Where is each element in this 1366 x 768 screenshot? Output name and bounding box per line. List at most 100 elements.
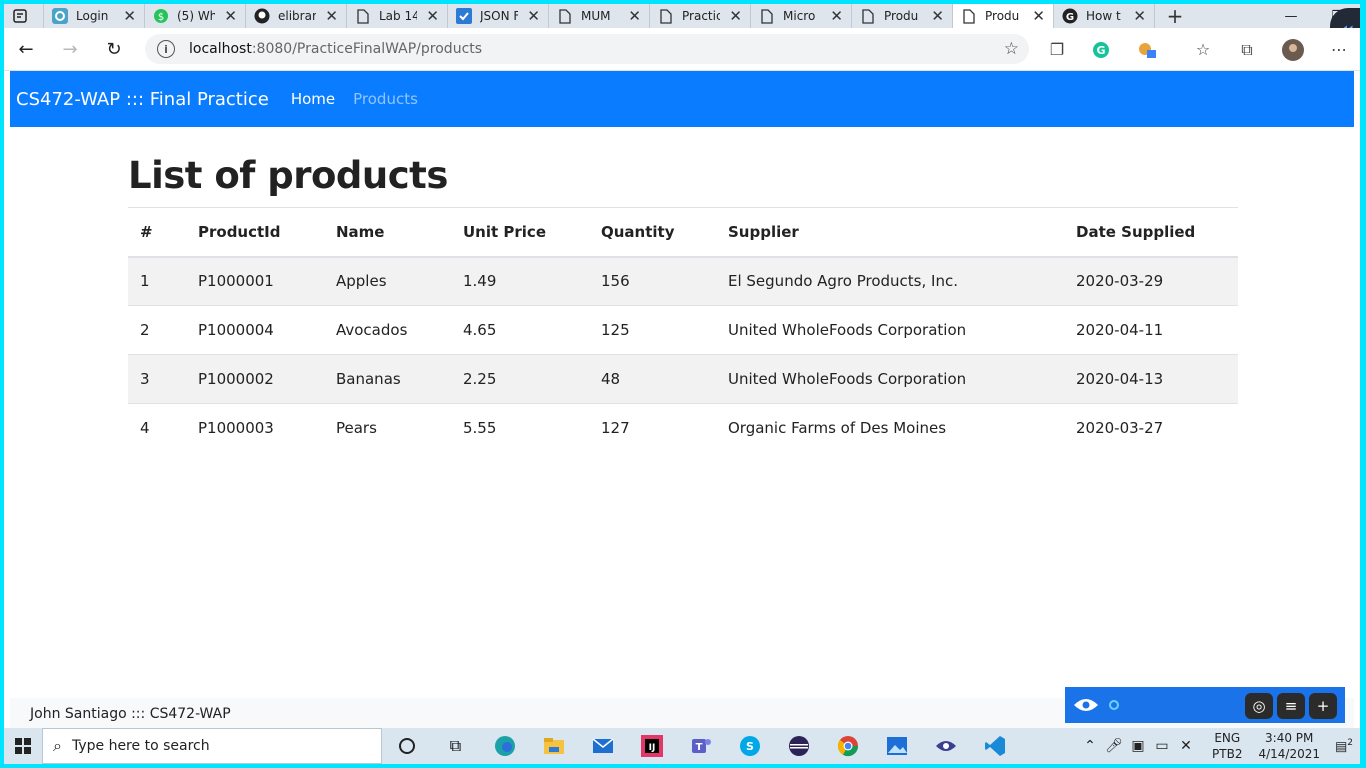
close-icon[interactable]: ✕	[527, 7, 540, 25]
favorites-icon[interactable]: ☆	[1188, 28, 1218, 71]
table-row: 2 P1000004 Avocados 4.65 125 United Whol…	[128, 305, 1238, 355]
windows-start-icon[interactable]	[4, 728, 42, 764]
edge-icon[interactable]	[480, 728, 529, 764]
close-icon[interactable]: ✕	[1032, 7, 1045, 25]
eye-icon[interactable]	[1073, 697, 1099, 713]
back-button[interactable]: ←	[4, 28, 48, 71]
tab-github[interactable]: elibrar ✕	[246, 4, 347, 28]
tab-actions[interactable]	[4, 4, 44, 28]
extension-icon[interactable]	[1132, 28, 1162, 71]
task-view-icon[interactable]: ⧉	[431, 728, 480, 764]
table-cell: Bananas	[324, 354, 451, 404]
app-navbar: CS472-WAP ::: Final Practice Home Produc…	[10, 71, 1354, 127]
tab-lab14[interactable]: Lab 14 ✕	[347, 4, 448, 28]
table-cell: Avocados	[324, 305, 451, 355]
column-header: ProductId	[186, 207, 324, 258]
forward-button[interactable]: →	[48, 28, 92, 71]
nav-products[interactable]: Products	[353, 90, 418, 108]
collections-panel-icon[interactable]: ⧉	[1232, 28, 1262, 71]
network-icon[interactable]: ▣	[1126, 738, 1150, 754]
intellij-icon[interactable]: IJ	[627, 728, 676, 764]
navbar-brand[interactable]: CS472-WAP ::: Final Practice	[16, 89, 269, 110]
battery-icon[interactable]: ▭	[1150, 738, 1174, 754]
url-path: :8080/PracticeFinalWAP/products	[251, 41, 483, 57]
svg-text:G: G	[1096, 44, 1105, 57]
address-bar[interactable]: i localhost:8080/PracticeFinalWAP/produc…	[145, 34, 1029, 64]
column-header: Name	[324, 207, 451, 258]
tab-login[interactable]: Login ✕	[44, 4, 145, 28]
skype-icon[interactable]: S	[725, 728, 774, 764]
page-icon	[860, 8, 876, 24]
cortana-icon[interactable]	[382, 728, 431, 764]
page-icon	[961, 8, 977, 24]
collections-icon[interactable]: ❐	[1042, 28, 1072, 71]
microphone-icon[interactable]: 🎤︎	[1102, 738, 1126, 754]
close-icon[interactable]: ✕	[123, 7, 136, 25]
avatar[interactable]	[1278, 28, 1308, 71]
column-header: #	[128, 207, 186, 258]
close-icon[interactable]: ✕	[426, 7, 439, 25]
tab-whatsapp[interactable]: $ (5) Wh ✕	[145, 4, 246, 28]
table-cell: 1.49	[451, 256, 589, 306]
close-icon[interactable]: ✕	[628, 7, 641, 25]
notification-count: 2	[1347, 737, 1354, 748]
more-menu-icon[interactable]: ⋯	[1324, 28, 1354, 71]
column-header: Unit Price	[451, 207, 589, 258]
close-icon[interactable]: ✕	[729, 7, 742, 25]
tab-label: JSON F	[480, 9, 518, 23]
menu-icon[interactable]: ≡	[1277, 693, 1305, 719]
close-icon[interactable]: ✕	[931, 7, 944, 25]
new-tab-button[interactable]: +	[1155, 4, 1195, 28]
tab-label: elibrar	[278, 9, 316, 23]
recorder-app-icon[interactable]	[921, 728, 970, 764]
photos-icon[interactable]	[872, 728, 921, 764]
taskbar-search-input[interactable]: ⌕ Type here to search	[42, 728, 382, 764]
tab-label: Micro	[783, 9, 816, 23]
close-icon[interactable]: ✕	[224, 7, 237, 25]
table-cell: 48	[589, 354, 716, 404]
close-icon[interactable]: ✕	[1133, 7, 1146, 25]
vscode-icon[interactable]	[970, 728, 1019, 764]
chat-icon[interactable]: ◎	[1245, 693, 1273, 719]
table-cell: 2020-03-27	[1076, 419, 1164, 438]
tab-json[interactable]: JSON F ✕	[448, 4, 549, 28]
close-icon[interactable]: ✕	[830, 7, 843, 25]
page-icon	[355, 8, 371, 24]
table-cell: 156	[589, 256, 716, 306]
minimize-icon[interactable]: —	[1268, 9, 1314, 24]
clock[interactable]: 3:40 PM 4/14/2021	[1258, 730, 1320, 762]
mail-icon[interactable]	[578, 728, 627, 764]
table-cell: P1000001	[186, 256, 324, 306]
tab-howto[interactable]: G How t ✕	[1054, 4, 1155, 28]
tab-produ-1[interactable]: Produ ✕	[852, 4, 953, 28]
page-icon	[759, 8, 775, 24]
notification-icon[interactable]: ▤2	[1328, 738, 1360, 754]
add-icon[interactable]: +	[1309, 693, 1337, 719]
refresh-button[interactable]: ↻	[92, 28, 136, 71]
table-cell: 2	[128, 305, 186, 355]
table-cell: United WholeFoods Corporation	[716, 354, 1064, 404]
tab-label: Produ	[985, 9, 1020, 23]
teams-icon[interactable]: T	[676, 728, 725, 764]
tab-produ-active[interactable]: Produ ✕	[953, 4, 1054, 28]
chrome-icon[interactable]	[823, 728, 872, 764]
chevron-up-icon[interactable]: ⌃	[1078, 738, 1102, 754]
q-app-icon	[52, 8, 68, 24]
table-cell: 2020-04-13	[1064, 354, 1238, 404]
close-icon[interactable]: ✕	[325, 7, 338, 25]
page-title: List of products	[128, 154, 448, 197]
info-icon[interactable]: i	[157, 40, 175, 58]
language-indicator[interactable]: ENG PTB2	[1212, 730, 1242, 762]
grammarly-icon[interactable]: G	[1086, 28, 1116, 71]
table-cell: P1000004	[186, 305, 324, 355]
add-favorite-icon[interactable]: ☆	[1004, 39, 1019, 59]
eclipse-icon[interactable]	[774, 728, 823, 764]
tab-micro[interactable]: Micro ✕	[751, 4, 852, 28]
file-explorer-icon[interactable]	[529, 728, 578, 764]
nav-home[interactable]: Home	[291, 90, 335, 108]
tab-mum[interactable]: MUM ✕	[549, 4, 650, 28]
volume-muted-icon[interactable]: ✕	[1174, 738, 1198, 754]
check-icon	[456, 8, 472, 24]
page-icon	[658, 8, 674, 24]
tab-practice[interactable]: Practic ✕	[650, 4, 751, 28]
